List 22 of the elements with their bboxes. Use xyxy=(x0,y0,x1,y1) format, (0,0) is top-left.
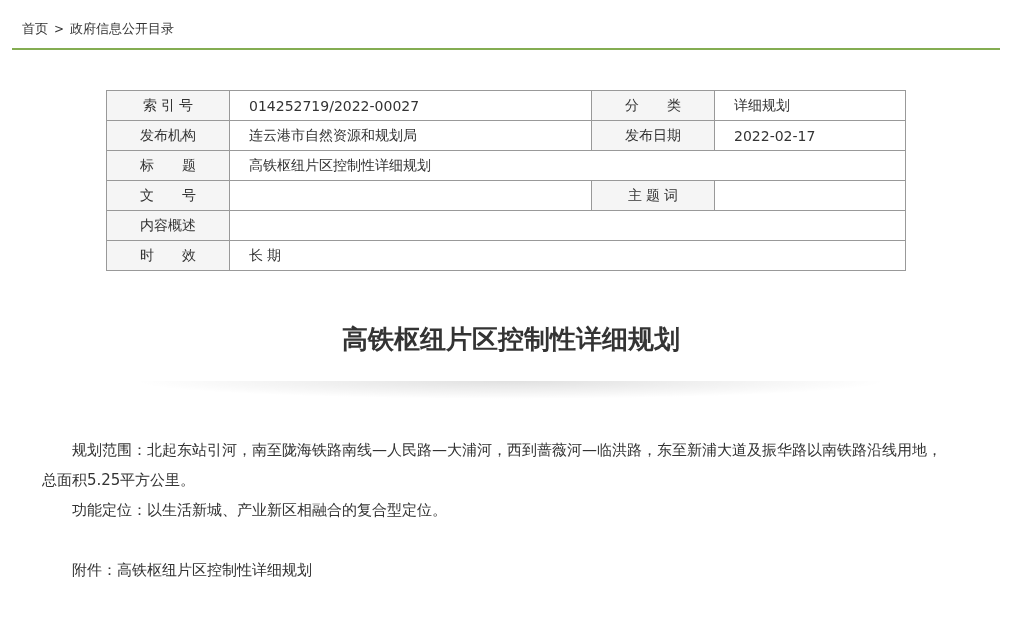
breadcrumb-link[interactable]: 政府信息公开目录 xyxy=(70,20,175,38)
field-value: 014252719/2022-00027 xyxy=(229,90,592,121)
breadcrumb-link[interactable]: 首页 xyxy=(22,20,48,38)
field-label: 分 类 xyxy=(591,90,715,121)
field-label: 时 效 xyxy=(106,240,230,271)
field-label: 标 题 xyxy=(106,150,230,181)
field-value: 长 期 xyxy=(229,240,906,271)
article-paragraph: 规划范围：北起东站引河，南至陇海铁路南线—人民路—大浦河，西到蔷薇河—临洪路，东至新浦大道及振华路以南铁路沿线用地，总面积5.25平方公里。 xyxy=(42,440,943,491)
field-value: 高铁枢纽片区控制性详细规划 xyxy=(229,150,906,181)
field-value: 详细规划 xyxy=(714,90,906,121)
field-label: 索 引 号 xyxy=(106,90,230,121)
article-paragraph: 功能定位：以生活新城、产业新区相融合的复合型定位。 xyxy=(71,500,448,521)
field-label: 发布日期 xyxy=(591,120,715,151)
field-label: 发布机构 xyxy=(106,120,230,151)
field-label: 文 号 xyxy=(106,180,230,211)
attachment-text: 附件：高铁枢纽片区控制性详细规划 xyxy=(71,560,313,581)
field-label: 主 题 词 xyxy=(591,180,715,211)
field-value: 2022-02-17 xyxy=(714,120,906,151)
article-title: 高铁枢纽片区控制性详细规划 xyxy=(340,323,681,356)
field-label: 内容概述 xyxy=(106,210,230,241)
breadcrumb-separator: > xyxy=(54,22,65,36)
field-value: 连云港市自然资源和规划局 xyxy=(229,120,592,151)
